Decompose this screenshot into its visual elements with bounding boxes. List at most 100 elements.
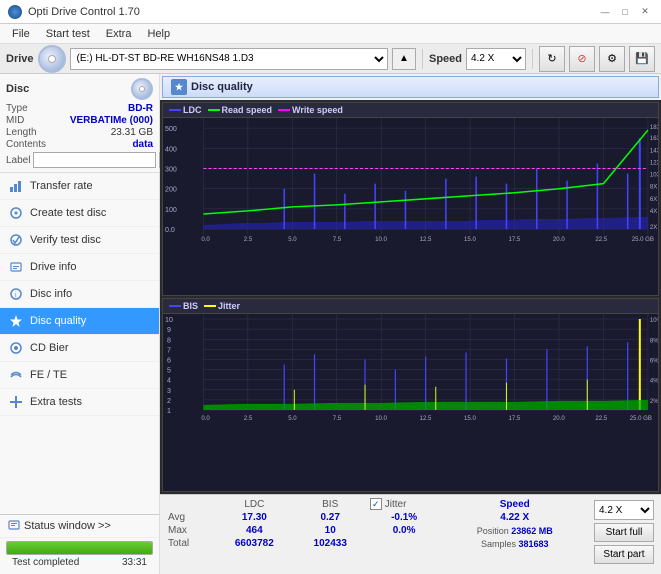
sidebar-label-extra-tests: Extra tests — [30, 396, 82, 408]
status-completed-text: Test completed — [12, 557, 79, 568]
disc-label-input[interactable] — [33, 152, 156, 168]
stats-bar: LDC BIS ✓ Jitter Speed — [160, 494, 661, 574]
col-header-speed: Speed — [443, 497, 588, 511]
legend-ldc: LDC — [169, 105, 202, 115]
action-speed-select[interactable]: 4.2 X — [594, 500, 654, 520]
charts-area: LDC Read speed Write speed — [160, 100, 661, 494]
legend-write-speed: Write speed — [278, 105, 343, 115]
stats-avg-row: Avg 17.30 0.27 -0.1% 4.22 X — [164, 511, 587, 524]
top-chart-area: 500 400 300 200 100 0.0 18X 16X 14X 12X … — [163, 118, 658, 252]
legend-jitter: Jitter — [204, 301, 240, 311]
avg-bis: 0.27 — [295, 511, 366, 524]
max-jitter: 0.0% — [366, 524, 443, 537]
svg-text:12X: 12X — [650, 160, 658, 166]
bottom-chart-legend: BIS Jitter — [169, 301, 240, 311]
sidebar-item-disc-quality[interactable]: Disc quality — [0, 308, 159, 335]
menu-start-test[interactable]: Start test — [38, 26, 98, 42]
sidebar-item-transfer-rate[interactable]: Transfer rate — [0, 173, 159, 200]
disc-quality-header: ★ Disc quality — [162, 76, 659, 98]
jitter-checkbox[interactable]: ✓ — [370, 498, 382, 510]
svg-text:0.0: 0.0 — [165, 227, 175, 234]
progress-bar-background — [6, 541, 153, 555]
refresh-button[interactable]: ↻ — [539, 46, 565, 72]
svg-text:0.0: 0.0 — [201, 416, 210, 422]
menu-file[interactable]: File — [4, 26, 38, 42]
start-part-button[interactable]: Start part — [594, 545, 654, 564]
disc-quality-title: Disc quality — [191, 81, 253, 93]
jitter-col-label: Jitter — [385, 499, 407, 510]
avg-label: Avg — [164, 511, 214, 524]
svg-text:2X: 2X — [650, 225, 657, 231]
disc-section: Disc Type BD-R MID VERBATIMe (000) Lengt… — [0, 74, 159, 173]
speed-select[interactable]: 4.2 X — [466, 48, 526, 70]
disc-length-label: Length — [6, 127, 37, 138]
checkmark-icon: ✓ — [372, 499, 380, 510]
menu-extra[interactable]: Extra — [98, 26, 140, 42]
svg-text:2.5: 2.5 — [244, 237, 253, 243]
jitter-label: Jitter — [218, 301, 240, 311]
svg-text:22.5: 22.5 — [595, 416, 607, 422]
legend-read-speed: Read speed — [208, 105, 273, 115]
sidebar-item-verify-test-disc[interactable]: Verify test disc — [0, 227, 159, 254]
sidebar-item-disc-info[interactable]: i Disc info — [0, 281, 159, 308]
drive-select[interactable]: (E:) HL-DT-ST BD-RE WH16NS48 1.D3 — [70, 48, 388, 70]
col-header-bis: BIS — [295, 497, 366, 511]
erase-button[interactable]: ⊘ — [569, 46, 595, 72]
create-test-disc-icon — [8, 205, 24, 221]
disc-quality-header-icon: ★ — [171, 79, 187, 95]
col-header-jitter-check[interactable]: ✓ Jitter — [366, 497, 443, 511]
svg-text:8: 8 — [167, 337, 171, 344]
sidebar-item-drive-info[interactable]: Drive info — [0, 254, 159, 281]
sidebar-label-disc-info: Disc info — [30, 288, 72, 300]
sidebar-item-cd-bier[interactable]: CD Bier — [0, 335, 159, 362]
status-window-icon — [8, 520, 20, 532]
sidebar-item-extra-tests[interactable]: Extra tests — [0, 389, 159, 416]
close-button[interactable]: ✕ — [637, 4, 653, 20]
speed-label: Speed — [429, 53, 462, 65]
svg-text:10%: 10% — [650, 318, 658, 324]
minimize-button[interactable]: — — [597, 4, 613, 20]
svg-text:10.0: 10.0 — [375, 237, 387, 243]
max-bis: 10 — [295, 524, 366, 537]
stats-total-row: Total 6603782 102433 Samples 381683 — [164, 537, 587, 550]
svg-text:i: i — [15, 292, 17, 299]
max-ldc: 464 — [214, 524, 295, 537]
svg-text:15.0: 15.0 — [464, 416, 476, 422]
write-speed-label: Write speed — [292, 105, 343, 115]
speed-buttons-col: 4.2 X Start full Start part — [591, 497, 657, 572]
svg-text:10.0: 10.0 — [375, 416, 387, 422]
menu-help[interactable]: Help — [139, 26, 178, 42]
drive-bar: Drive (E:) HL-DT-ST BD-RE WH16NS48 1.D3 … — [0, 44, 661, 74]
status-time: 33:31 — [122, 557, 147, 568]
write-speed-color — [278, 109, 290, 111]
bottom-chart-area: 10 9 8 7 6 5 4 3 2 1 10% 8% 6% — [163, 314, 658, 428]
col-header-empty — [164, 497, 214, 511]
title-controls: — □ ✕ — [597, 4, 653, 20]
svg-text:4%: 4% — [650, 379, 658, 385]
stats-table: LDC BIS ✓ Jitter Speed — [164, 497, 587, 572]
settings-button[interactable]: ⚙ — [599, 46, 625, 72]
sidebar-item-create-test-disc[interactable]: Create test disc — [0, 200, 159, 227]
read-speed-label: Read speed — [222, 105, 273, 115]
disc-contents-row: Contents data — [6, 139, 153, 150]
disc-contents-value: data — [132, 139, 153, 150]
sidebar-item-fe-te[interactable]: FE / TE — [0, 362, 159, 389]
disc-contents-label: Contents — [6, 139, 46, 150]
svg-text:2%: 2% — [650, 399, 658, 405]
save-button[interactable]: 💾 — [629, 46, 655, 72]
legend-bis: BIS — [169, 301, 198, 311]
jitter-checkbox-row[interactable]: ✓ Jitter — [370, 498, 439, 510]
eject-button[interactable]: ▲ — [392, 48, 416, 70]
maximize-button[interactable]: □ — [617, 4, 633, 20]
app-title: Opti Drive Control 1.70 — [28, 6, 140, 18]
sidebar-label-transfer-rate: Transfer rate — [30, 180, 93, 192]
avg-jitter: -0.1% — [366, 511, 443, 524]
start-full-button[interactable]: Start full — [594, 523, 654, 542]
fe-te-icon — [8, 367, 24, 383]
sidebar-label-cd-bier: CD Bier — [30, 342, 69, 354]
ldc-color — [169, 109, 181, 111]
verify-test-disc-icon — [8, 232, 24, 248]
sidebar: Disc Type BD-R MID VERBATIMe (000) Lengt… — [0, 74, 160, 574]
bottom-chart-svg: 10 9 8 7 6 5 4 3 2 1 10% 8% 6% — [163, 314, 658, 425]
status-window-link[interactable]: Status window >> — [0, 515, 159, 538]
